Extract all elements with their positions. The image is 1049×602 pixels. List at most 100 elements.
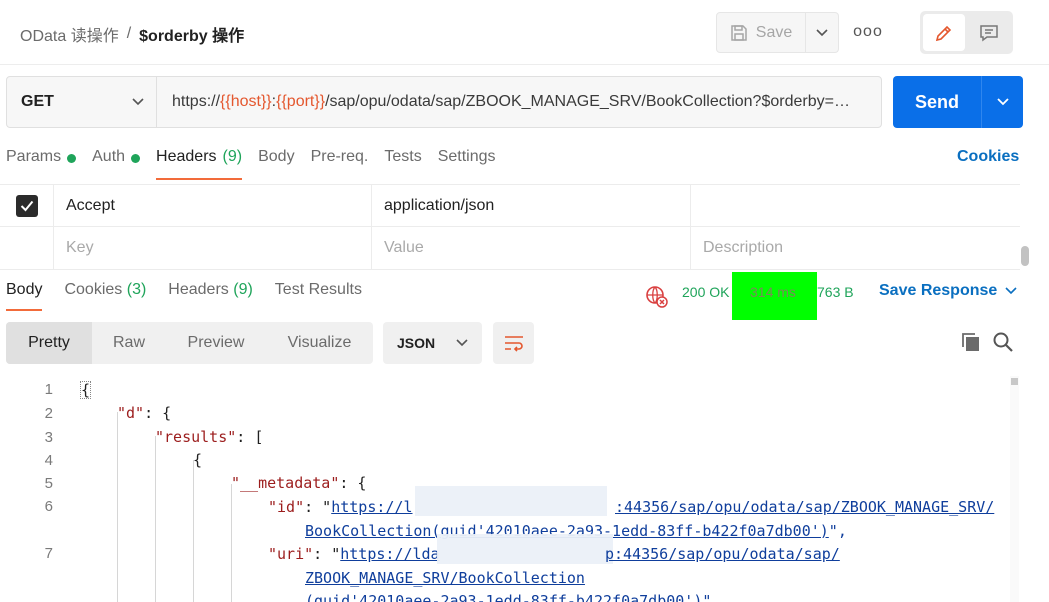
response-time[interactable]: 314 ms	[750, 284, 796, 300]
save-dropdown-button[interactable]	[806, 12, 839, 53]
chevron-down-icon	[1005, 287, 1017, 295]
json-link[interactable]: https://l	[331, 498, 412, 516]
json-link[interactable]: https://lda	[340, 545, 439, 563]
scrollbar-thumb[interactable]	[1021, 246, 1029, 266]
json-key: "__metadata"	[231, 474, 340, 492]
breadcrumb: OData 读操作 / $orderby 操作	[20, 22, 244, 46]
request-tabs: Params Auth Headers (9) Body Pre-req. Tes…	[6, 148, 512, 180]
search-icon[interactable]	[992, 331, 1014, 353]
editor-scrollbar[interactable]	[1010, 376, 1019, 602]
headers-scrollbar[interactable]	[1020, 184, 1030, 270]
json-punct: : {	[144, 404, 172, 422]
line-number: 7	[44, 545, 53, 562]
tab-label: Headers	[156, 148, 217, 165]
tab-settings[interactable]: Settings	[438, 148, 496, 180]
url-prefix: https://	[172, 93, 221, 110]
save-icon	[731, 24, 747, 41]
tab-response-body[interactable]: Body	[6, 281, 43, 311]
json-punct: ",	[702, 592, 721, 602]
description-input[interactable]: Description	[691, 227, 1020, 269]
edit-mode-button[interactable]	[923, 14, 965, 51]
globe-error-icon[interactable]	[644, 284, 668, 308]
tab-count: (9)	[233, 281, 253, 298]
chevron-down-icon	[816, 28, 828, 36]
tab-count: (9)	[222, 148, 243, 165]
row-checkbox-cell	[0, 227, 54, 269]
header-value[interactable]: application/json	[372, 185, 691, 226]
tab-test-results[interactable]: Test Results	[275, 281, 362, 311]
json-punct: : [	[236, 428, 264, 446]
pencil-icon	[935, 25, 952, 41]
json-link[interactable]: (guid'42010aee-2a93-1edd-83ff-b422f0a7db…	[305, 592, 702, 602]
tab-label: Pre-req.	[310, 148, 369, 165]
tab-label: Settings	[437, 148, 496, 165]
response-body-editor[interactable]: 1 { 2 "d": { 3 "results": [ 4 { 5 "__met…	[0, 378, 1020, 602]
json-key: "d"	[117, 404, 145, 422]
tab-body[interactable]: Body	[258, 148, 294, 180]
tab-params[interactable]: Params	[6, 148, 77, 180]
comment-icon	[980, 24, 998, 41]
redaction-block	[437, 534, 613, 564]
tab-tests[interactable]: Tests	[384, 148, 421, 180]
header-description[interactable]	[691, 185, 1020, 226]
view-pretty[interactable]: Pretty	[6, 322, 92, 364]
response-size[interactable]: 763 B	[817, 284, 854, 300]
method-select[interactable]: GET	[7, 77, 157, 127]
url-input[interactable]: https://{{host}}: {{port}}/sap/opu/odata/…	[157, 77, 881, 127]
format-select[interactable]: JSON	[383, 322, 482, 364]
line-number: 5	[44, 475, 53, 492]
redaction-block	[415, 486, 607, 516]
line-number: 4	[44, 452, 53, 469]
view-raw[interactable]: Raw	[92, 322, 166, 364]
send-dropdown-button[interactable]	[981, 76, 1023, 128]
tab-auth[interactable]: Auth	[92, 148, 141, 180]
json-punct: : "	[313, 545, 341, 563]
more-options-button[interactable]: ooo	[852, 20, 884, 44]
code-line: "__metadata": {	[231, 474, 366, 492]
save-button[interactable]: Save	[716, 12, 806, 53]
code-line: ZBOOK_MANAGE_SRV/BookCollection	[305, 569, 585, 587]
chevron-down-icon	[132, 98, 144, 106]
request-title[interactable]: $orderby 操作	[139, 22, 244, 46]
scrollbar-thumb[interactable]	[1011, 378, 1018, 385]
cookies-link[interactable]: Cookies	[957, 148, 1019, 166]
json-punct: : "	[304, 498, 332, 516]
table-row: Accept application/json	[0, 184, 1020, 227]
header-key[interactable]: Accept	[54, 185, 372, 226]
tab-headers[interactable]: Headers (9)	[156, 148, 243, 180]
json-link[interactable]: p:44356/sap/opu/odata/sap/	[605, 545, 840, 563]
code-line: "uri": "https://lda	[268, 545, 440, 563]
documentation-button[interactable]	[969, 14, 1009, 51]
tab-response-headers[interactable]: Headers (9)	[168, 281, 253, 311]
tab-label: Headers	[168, 281, 229, 298]
tab-label: Cookies	[64, 281, 123, 298]
status-code[interactable]: 200 OK	[682, 284, 729, 300]
status-dot	[67, 154, 77, 163]
tab-response-cookies[interactable]: Cookies (3)	[64, 281, 146, 311]
key-input[interactable]: Key	[54, 227, 372, 269]
save-response-button[interactable]: Save Response	[879, 282, 1017, 300]
save-group: Save	[716, 12, 839, 53]
view-visualize[interactable]: Visualize	[266, 322, 373, 364]
code-line: {	[193, 451, 203, 469]
send-button[interactable]: Send	[893, 76, 981, 128]
tab-pre-request[interactable]: Pre-req.	[311, 148, 369, 180]
format-label: JSON	[397, 335, 436, 351]
code-line: "d": {	[117, 404, 171, 422]
json-link[interactable]: ZBOOK_MANAGE_SRV/BookCollection	[305, 569, 585, 587]
row-checkbox[interactable]	[15, 194, 38, 217]
tab-label: Body	[6, 281, 43, 298]
tab-label: Body	[258, 148, 295, 165]
status-dot	[131, 154, 141, 163]
breadcrumb-collection[interactable]: OData 读操作	[20, 22, 119, 46]
view-preview[interactable]: Preview	[166, 322, 266, 364]
line-number: 6	[44, 498, 53, 515]
indent-guide	[117, 412, 118, 602]
tab-count: (3)	[126, 281, 147, 298]
json-link[interactable]: :44356/sap/opu/odata/sap/ZBOOK_MANAGE_SR…	[615, 498, 994, 516]
copy-icon[interactable]	[960, 331, 982, 353]
value-input[interactable]: Value	[372, 227, 691, 269]
code-line: {	[80, 381, 92, 399]
json-key: "results"	[155, 428, 237, 446]
wrap-lines-button[interactable]	[493, 322, 534, 364]
